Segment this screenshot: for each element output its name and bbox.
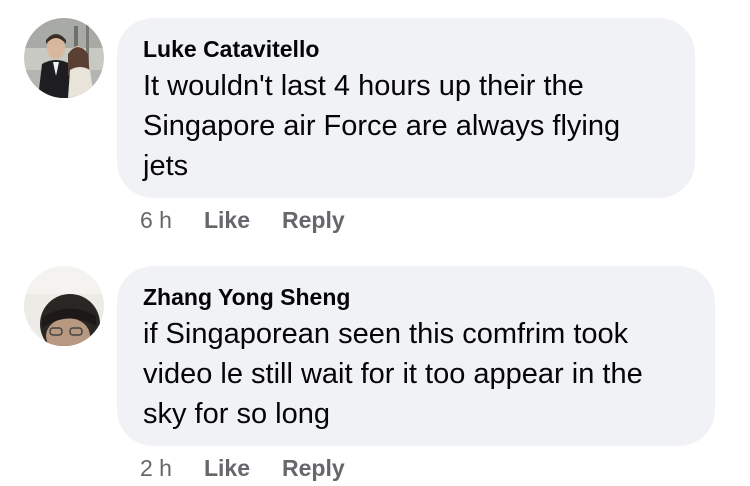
avatar[interactable] bbox=[24, 18, 104, 98]
comment-author[interactable]: Zhang Yong Sheng bbox=[143, 282, 689, 312]
reply-button[interactable]: Reply bbox=[282, 205, 345, 235]
profile-photo bbox=[24, 18, 104, 98]
like-button[interactable]: Like bbox=[204, 205, 250, 235]
profile-photo bbox=[24, 266, 104, 346]
comment-actions: 2 h Like Reply bbox=[140, 453, 345, 483]
like-button[interactable]: Like bbox=[204, 453, 250, 483]
reply-button[interactable]: Reply bbox=[282, 453, 345, 483]
avatar[interactable] bbox=[24, 266, 104, 346]
comment-text: It wouldn't last 4 hours up their the Si… bbox=[143, 70, 621, 182]
comment-author[interactable]: Luke Catavitello bbox=[143, 34, 669, 64]
comment-timestamp[interactable]: 6 h bbox=[140, 205, 172, 235]
comment-bubble: Luke Catavitello It wouldn't last 4 hour… bbox=[117, 18, 695, 198]
comment-text: if Singaporean seen this comfrim took vi… bbox=[143, 318, 643, 430]
comment-actions: 6 h Like Reply bbox=[140, 205, 345, 235]
comment-bubble: Zhang Yong Sheng if Singaporean seen thi… bbox=[117, 266, 715, 446]
comment-timestamp[interactable]: 2 h bbox=[140, 453, 172, 483]
